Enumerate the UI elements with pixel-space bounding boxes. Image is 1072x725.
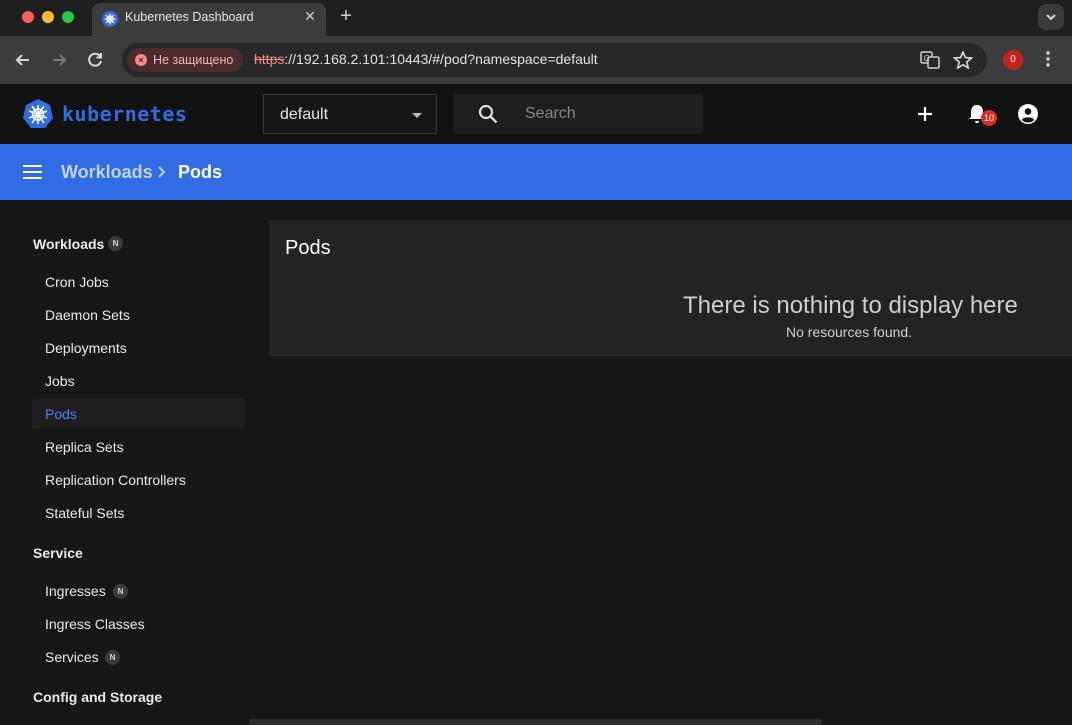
reload-button[interactable] bbox=[84, 49, 106, 71]
logo-text[interactable]: kubernetes bbox=[62, 102, 187, 126]
breadcrumb-workloads[interactable]: Workloads bbox=[61, 162, 153, 183]
tab-strip: Kubernetes Dashboard ✕ + bbox=[0, 0, 1072, 36]
card-title: Pods bbox=[285, 237, 331, 259]
url-text[interactable]: https://192.168.2.101:10443/#/pod?namesp… bbox=[254, 51, 598, 67]
sidebar-item-label: Cron Jobs bbox=[45, 274, 109, 290]
sidebar-item-cron-jobs[interactable]: Cron Jobs bbox=[32, 267, 245, 297]
more-vert-icon bbox=[1046, 51, 1050, 67]
menu-icon[interactable] bbox=[23, 164, 43, 180]
dropdown-caret-icon bbox=[412, 113, 422, 118]
new-badge: N bbox=[108, 236, 123, 251]
create-button[interactable] bbox=[913, 102, 937, 126]
sidebar-item-label: Services bbox=[45, 649, 99, 665]
url-rest: ://192.168.2.101:10443/#/pod?namespace=d… bbox=[284, 51, 598, 67]
arrow-left-icon bbox=[15, 54, 29, 66]
sidebar-item-label: Pods bbox=[45, 406, 77, 422]
namespace-select[interactable]: default bbox=[263, 94, 437, 134]
app-header: kubernetes default bbox=[0, 84, 1072, 144]
sidebar-item-ingress-classes[interactable]: Ingress Classes bbox=[32, 609, 245, 639]
chevron-right-icon bbox=[155, 164, 169, 180]
security-chip[interactable]: × Не защищено bbox=[127, 48, 244, 72]
tab-title: Kubernetes Dashboard bbox=[125, 10, 254, 24]
kubernetes-logo-icon[interactable] bbox=[22, 98, 54, 130]
bookmark-star-icon[interactable] bbox=[952, 49, 974, 70]
extension-count: 0 bbox=[1010, 54, 1016, 65]
sidebar-item-label: Deployments bbox=[45, 340, 127, 356]
sidebar-item-label: Daemon Sets bbox=[45, 307, 130, 323]
sidebar: Workloads N Cron Jobs Daemon Sets Deploy… bbox=[0, 200, 250, 725]
arrow-right-icon bbox=[53, 54, 67, 66]
sidebar-item-stateful-sets[interactable]: Stateful Sets bbox=[32, 498, 245, 528]
browser-tab[interactable]: Kubernetes Dashboard ✕ bbox=[92, 3, 326, 36]
maximize-window-button[interactable] bbox=[62, 11, 74, 23]
new-badge: N bbox=[105, 650, 120, 665]
empty-state-subtitle: No resources found. bbox=[786, 324, 913, 340]
sidebar-item-label: Ingress Classes bbox=[45, 616, 145, 632]
sidebar-item-services[interactable]: Services bbox=[32, 642, 245, 672]
tab-close-icon[interactable]: ✕ bbox=[302, 8, 318, 24]
sidebar-item-label: Replica Sets bbox=[45, 439, 124, 455]
address-bar[interactable]: × Не защищено https://192.168.2.101:1044… bbox=[122, 43, 987, 77]
browser-window: Kubernetes Dashboard ✕ + × Не защищено h… bbox=[0, 0, 1072, 725]
kubernetes-favicon-icon bbox=[102, 11, 118, 27]
sidebar-item-daemon-sets[interactable]: Daemon Sets bbox=[32, 300, 245, 330]
extension-button[interactable]: 0 bbox=[1003, 50, 1023, 70]
empty-state-title: There is nothing to display here bbox=[683, 292, 1018, 319]
sidebar-item-replica-sets[interactable]: Replica Sets bbox=[32, 432, 245, 462]
sidebar-item-ingresses[interactable]: Ingresses bbox=[32, 576, 245, 606]
forward-button[interactable] bbox=[48, 49, 70, 71]
sidebar-item-label: Ingresses bbox=[45, 583, 106, 599]
plus-icon bbox=[918, 107, 932, 121]
translate-icon[interactable]: G bbox=[920, 51, 940, 69]
search-box bbox=[453, 94, 703, 134]
account-circle-icon bbox=[1018, 104, 1038, 124]
sidebar-item-replication-controllers[interactable]: Replication Controllers bbox=[32, 465, 245, 495]
sidebar-item-label: Stateful Sets bbox=[45, 505, 125, 521]
minimize-window-button[interactable] bbox=[42, 11, 54, 23]
svg-text:G: G bbox=[924, 54, 930, 63]
breadcrumb-bar: Workloads Pods bbox=[0, 144, 1072, 200]
sidebar-item-jobs[interactable]: Jobs bbox=[32, 366, 245, 396]
reload-icon bbox=[88, 52, 102, 67]
sidebar-item-deployments[interactable]: Deployments bbox=[32, 333, 245, 363]
sidebar-item-pods[interactable]: Pods bbox=[32, 399, 245, 429]
namespace-value: default bbox=[280, 106, 329, 123]
search-icon bbox=[477, 103, 499, 125]
browser-toolbar: × Не защищено https://192.168.2.101:1044… bbox=[0, 36, 1072, 84]
sidebar-section-config-storage[interactable]: Config and Storage bbox=[33, 689, 162, 705]
horizontal-scrollbar[interactable] bbox=[249, 719, 822, 725]
sidebar-item-label: Replication Controllers bbox=[45, 472, 186, 488]
search-input[interactable] bbox=[525, 94, 695, 134]
notification-badge: 10 bbox=[981, 110, 997, 126]
account-button[interactable] bbox=[1016, 102, 1040, 126]
pods-card: Pods There is nothing to display here No… bbox=[269, 220, 1072, 356]
new-tab-icon[interactable]: + bbox=[336, 6, 356, 26]
security-label: Не защищено bbox=[153, 53, 234, 67]
sidebar-section-service[interactable]: Service bbox=[33, 545, 83, 561]
new-badge: N bbox=[113, 584, 128, 599]
tab-search-button[interactable] bbox=[1038, 4, 1064, 30]
chevron-down-icon bbox=[1046, 14, 1056, 21]
sidebar-section-workloads[interactable]: Workloads bbox=[33, 236, 104, 252]
insecure-icon: × bbox=[135, 54, 147, 66]
back-button[interactable] bbox=[12, 49, 34, 71]
sidebar-item-label: Jobs bbox=[45, 373, 75, 389]
url-scheme: https bbox=[254, 51, 285, 67]
breadcrumb-current: Pods bbox=[178, 162, 223, 182]
browser-menu-button[interactable] bbox=[1040, 48, 1056, 70]
close-window-button[interactable] bbox=[22, 11, 34, 23]
